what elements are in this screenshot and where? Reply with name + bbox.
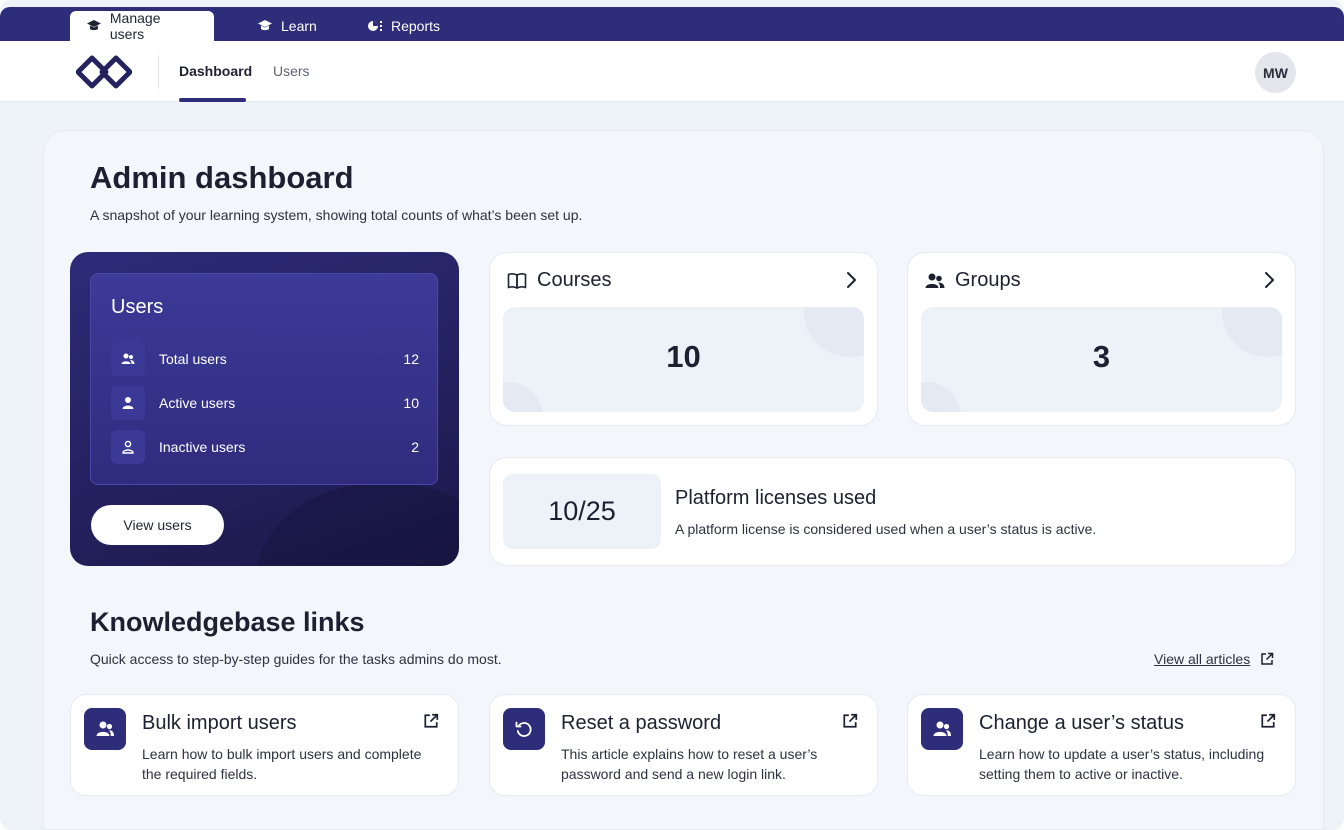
external-link-icon[interactable] <box>1260 713 1276 729</box>
total-users-row: Total users 12 <box>111 342 419 376</box>
nav-dashboard[interactable]: Dashboard <box>179 63 252 79</box>
tab-label: Learn <box>281 18 317 34</box>
book-icon <box>507 272 527 289</box>
user-outline-icon <box>111 430 145 464</box>
groups-card-title: Groups <box>955 269 1021 291</box>
view-all-articles-label: View all articles <box>1154 651 1251 667</box>
user-icon <box>111 386 145 420</box>
avatar[interactable]: MW <box>1255 52 1296 93</box>
top-nav: Dashboard Users MW <box>0 41 1344 102</box>
courses-card-title: Courses <box>537 269 612 291</box>
graduation-cap-icon <box>86 20 101 31</box>
users-card: Users Total users 12 Active users 10 Ina… <box>70 252 459 566</box>
article-description: Learn how to update a user’s status, inc… <box>979 746 1265 782</box>
app-tab-bar: Manage users Learn Reports <box>0 7 1344 42</box>
tab-manage-users[interactable]: Manage users <box>70 10 214 42</box>
courses-card-header: Courses <box>507 269 611 292</box>
nav-users[interactable]: Users <box>273 63 310 79</box>
licenses-title: Platform licenses used <box>675 487 877 509</box>
external-link-icon <box>1261 652 1274 665</box>
pie-chart-icon <box>368 21 382 31</box>
licenses-card: 10/25 Platform licenses used A platform … <box>489 457 1296 566</box>
total-users-value: 12 <box>403 351 419 367</box>
logo <box>76 55 132 89</box>
article-card-bulk-import[interactable]: Bulk import users Learn how to bulk impo… <box>70 694 459 796</box>
knowledgebase-title: Knowledgebase links <box>90 607 365 637</box>
app-frame: Manage users Learn Reports Dashboard Use… <box>0 0 1344 830</box>
tab-label: Manage users <box>109 10 161 42</box>
tab-learn[interactable]: Learn <box>241 11 333 41</box>
active-users-label: Active users <box>159 395 236 411</box>
users-card-title: Users <box>111 296 164 318</box>
article-description: Learn how to bulk import users and compl… <box>142 746 422 782</box>
article-description: This article explains how to reset a use… <box>561 746 818 782</box>
total-users-label: Total users <box>159 351 227 367</box>
users-icon <box>84 708 126 750</box>
article-title: Change a user’s status <box>979 712 1184 734</box>
inactive-users-row: Inactive users 2 <box>111 430 419 464</box>
reset-icon <box>503 708 545 750</box>
courses-count: 10 <box>666 339 701 374</box>
users-icon <box>921 708 963 750</box>
licenses-description: A platform license is considered used wh… <box>675 521 1097 537</box>
chevron-right-icon[interactable] <box>845 271 857 289</box>
active-users-row: Active users 10 <box>111 386 419 420</box>
knowledgebase-subtitle: Quick access to step-by-step guides for … <box>90 651 502 667</box>
nav-divider <box>158 55 159 89</box>
active-nav-indicator <box>179 98 246 102</box>
groups-count-box: 3 <box>921 307 1282 412</box>
groups-card-header: Groups <box>925 269 1021 292</box>
external-link-icon[interactable] <box>842 713 858 729</box>
graduation-cap-icon <box>258 20 272 31</box>
article-title: Bulk import users <box>142 712 297 734</box>
inactive-users-label: Inactive users <box>159 439 246 455</box>
view-all-articles-link[interactable]: View all articles <box>1154 651 1274 667</box>
courses-count-box: 10 <box>503 307 864 412</box>
article-card-change-status[interactable]: Change a user’s status Learn how to upda… <box>907 694 1296 796</box>
licenses-count: 10/25 <box>503 474 661 549</box>
view-users-button[interactable]: View users <box>91 505 224 545</box>
group-icon <box>925 273 945 288</box>
users-summary: Users Total users 12 Active users 10 Ina… <box>90 273 438 485</box>
tab-reports[interactable]: Reports <box>351 11 456 41</box>
page-subtitle: A snapshot of your learning system, show… <box>90 207 583 223</box>
users-icon <box>111 342 145 376</box>
page-title: Admin dashboard <box>90 160 354 195</box>
inactive-users-value: 2 <box>411 439 419 455</box>
external-link-icon[interactable] <box>423 713 439 729</box>
decorative-shape <box>255 482 459 566</box>
tab-label: Reports <box>391 18 441 34</box>
chevron-right-icon[interactable] <box>1263 271 1275 289</box>
article-title: Reset a password <box>561 712 722 734</box>
groups-count: 3 <box>1092 339 1111 374</box>
active-users-value: 10 <box>403 395 419 411</box>
courses-card[interactable]: Courses 10 <box>489 252 878 426</box>
article-card-reset-password[interactable]: Reset a password This article explains h… <box>489 694 878 796</box>
groups-card[interactable]: Groups 3 <box>907 252 1296 426</box>
